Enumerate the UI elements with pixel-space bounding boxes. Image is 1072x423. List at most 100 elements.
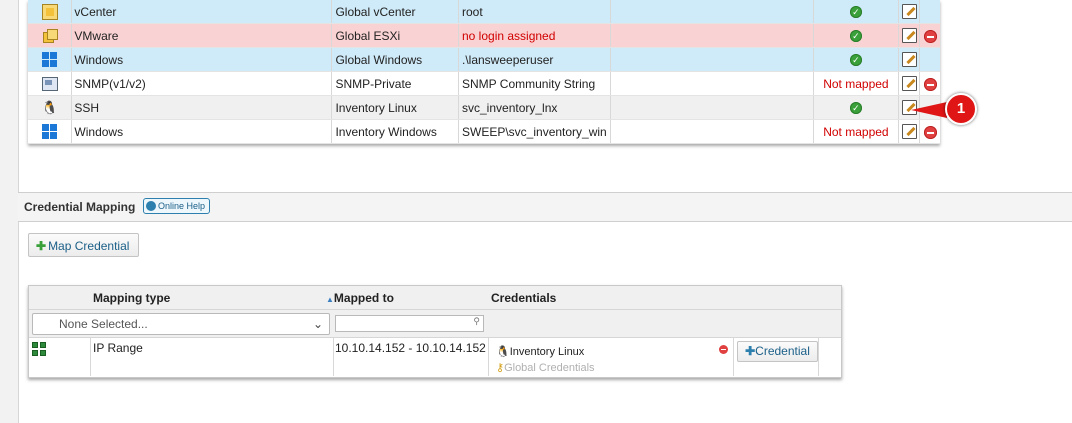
blank-cell bbox=[610, 23, 814, 48]
map-credential-button[interactable]: ✚ Map Credential bbox=[28, 233, 139, 257]
credential-type-cell: vCenter bbox=[71, 0, 333, 24]
edit-icon[interactable] bbox=[901, 28, 917, 44]
credential-type-cell: SSH bbox=[71, 95, 333, 120]
plus-icon: ✚ bbox=[36, 239, 47, 253]
check-icon: ✓ bbox=[849, 54, 862, 67]
credentials-table: vCenter Global vCenter root ✓ VMware Global E… bbox=[28, 0, 940, 144]
help-globe-icon bbox=[146, 200, 156, 211]
column-divider bbox=[818, 338, 819, 376]
column-divider bbox=[488, 338, 489, 376]
column-header-mapped-to[interactable]: ▲Mapped to bbox=[326, 291, 394, 305]
mapping-table: Mapping type ▲Mapped to Credentials None… bbox=[28, 285, 842, 378]
mapped-to-filter-input[interactable]: ⚲ bbox=[335, 315, 484, 332]
check-icon: ✓ bbox=[849, 6, 862, 19]
windows-icon bbox=[42, 124, 58, 140]
status-cell: ✓ bbox=[813, 47, 900, 72]
delete-cell bbox=[919, 47, 940, 72]
status-cell: Not mapped bbox=[813, 119, 900, 144]
left-gutter bbox=[0, 0, 19, 423]
edit-icon[interactable] bbox=[901, 4, 917, 20]
username-cell: SNMP Community String bbox=[458, 71, 611, 96]
credential-row: 🐧 SSH Inventory Linux svc_inventory_lnx ✓ bbox=[28, 95, 940, 120]
column-divider bbox=[733, 338, 734, 376]
credential-item: 🐧Inventory Linux bbox=[496, 346, 585, 358]
type-icon-cell bbox=[28, 119, 73, 144]
edit-icon[interactable] bbox=[901, 76, 917, 92]
status-cell: Not mapped bbox=[813, 71, 900, 96]
linux-icon: 🐧 bbox=[496, 346, 510, 358]
add-credential-button[interactable]: ✚Credential bbox=[737, 341, 818, 362]
key-icon: ⚷ bbox=[496, 362, 505, 374]
remove-credential-icon[interactable] bbox=[719, 345, 728, 354]
credential-name-cell: Inventory Windows bbox=[331, 119, 459, 144]
column-divider bbox=[333, 338, 334, 376]
add-credential-label: Credential bbox=[755, 344, 810, 358]
edit-icon[interactable] bbox=[901, 52, 917, 68]
status-cell: ✓ bbox=[813, 23, 900, 48]
credential-type: Windows bbox=[74, 52, 124, 67]
credential-name: Inventory Windows bbox=[335, 124, 437, 139]
credential-type-cell: VMware bbox=[71, 23, 333, 48]
edit-cell bbox=[898, 47, 921, 72]
credential-type-cell: SNMP(v1/v2) bbox=[71, 71, 333, 96]
credential-name-cell: Inventory Linux bbox=[331, 95, 459, 120]
credential-name: Global vCenter bbox=[335, 4, 416, 19]
not-mapped-label: Not mapped bbox=[823, 124, 889, 139]
select-value: None Selected... bbox=[59, 317, 148, 331]
username-cell: svc_inventory_lnx bbox=[458, 95, 611, 120]
linux-icon: 🐧 bbox=[41, 99, 58, 115]
delete-icon[interactable] bbox=[923, 125, 937, 139]
section-title: Credential Mapping bbox=[24, 200, 136, 214]
credential-mapping-header: Credential Mapping Online Help bbox=[18, 192, 1072, 222]
credential-name-cell: SNMP-Private bbox=[331, 71, 459, 96]
check-icon: ✓ bbox=[849, 30, 862, 43]
mapped-to-cell: 10.10.14.152 - 10.10.14.152 bbox=[335, 341, 486, 355]
username-cell: no login assigned bbox=[458, 23, 611, 48]
credential-row: vCenter Global vCenter root ✓ bbox=[28, 0, 940, 24]
edit-icon[interactable] bbox=[901, 124, 917, 140]
credential-type: VMware bbox=[74, 28, 119, 43]
mapped-to-label: Mapped to bbox=[333, 291, 394, 305]
delete-icon[interactable] bbox=[923, 29, 937, 43]
delete-cell bbox=[919, 71, 940, 96]
blank-cell bbox=[610, 0, 814, 24]
not-mapped-label: Not mapped bbox=[823, 76, 889, 91]
column-divider bbox=[90, 338, 91, 376]
type-icon-cell bbox=[28, 47, 73, 72]
username-cell: .\lansweeperuser bbox=[458, 47, 611, 72]
column-header-credentials[interactable]: Credentials bbox=[491, 291, 556, 305]
column-header-mapping-type[interactable]: Mapping type bbox=[93, 291, 170, 305]
delete-icon[interactable] bbox=[923, 77, 937, 91]
credential-name-cell: Global ESXi bbox=[331, 23, 459, 48]
username-cell: SWEEP\svc_inventory_win bbox=[458, 119, 611, 144]
edit-cell bbox=[898, 23, 921, 48]
callout-number: 1 bbox=[945, 93, 977, 125]
windows-icon bbox=[42, 52, 58, 68]
vmware-icon bbox=[42, 28, 58, 43]
mapping-row: IP Range 10.10.14.152 - 10.10.14.152 🐧In… bbox=[29, 338, 841, 376]
credential-type: SNMP(v1/v2) bbox=[74, 76, 146, 91]
mapping-table-header: Mapping type ▲Mapped to Credentials bbox=[29, 286, 841, 310]
credential-type-cell: Windows bbox=[71, 47, 333, 72]
username: SNMP Community String bbox=[462, 76, 596, 91]
credential-row: VMware Global ESXi no login assigned ✓ bbox=[28, 23, 940, 48]
credential-source: ⚷Global Credentials bbox=[496, 362, 595, 374]
delete-cell bbox=[919, 23, 940, 48]
step-callout: 1 bbox=[911, 93, 981, 125]
credential-row: SNMP(v1/v2) SNMP-Private SNMP Community St… bbox=[28, 71, 940, 96]
credential-name: SNMP-Private bbox=[335, 76, 412, 91]
blank-cell bbox=[610, 71, 814, 96]
type-icon-cell: 🐧 bbox=[28, 95, 73, 120]
credential-name: Inventory Linux bbox=[335, 100, 417, 115]
status-cell: ✓ bbox=[813, 95, 900, 120]
credential-row: Windows Inventory Windows SWEEP\svc_invent… bbox=[28, 119, 940, 144]
blank-cell bbox=[610, 119, 814, 144]
mapping-type-filter-select[interactable]: None Selected... ⌄ bbox=[32, 313, 330, 335]
credential-type-cell: Windows bbox=[71, 119, 333, 144]
plus-icon: ✚ bbox=[745, 344, 756, 358]
credential-type: vCenter bbox=[74, 4, 117, 19]
credential-name-cell: Global Windows bbox=[331, 47, 459, 72]
online-help-button[interactable]: Online Help bbox=[143, 198, 211, 214]
status-cell: ✓ bbox=[813, 0, 900, 24]
type-icon-cell bbox=[28, 71, 73, 96]
